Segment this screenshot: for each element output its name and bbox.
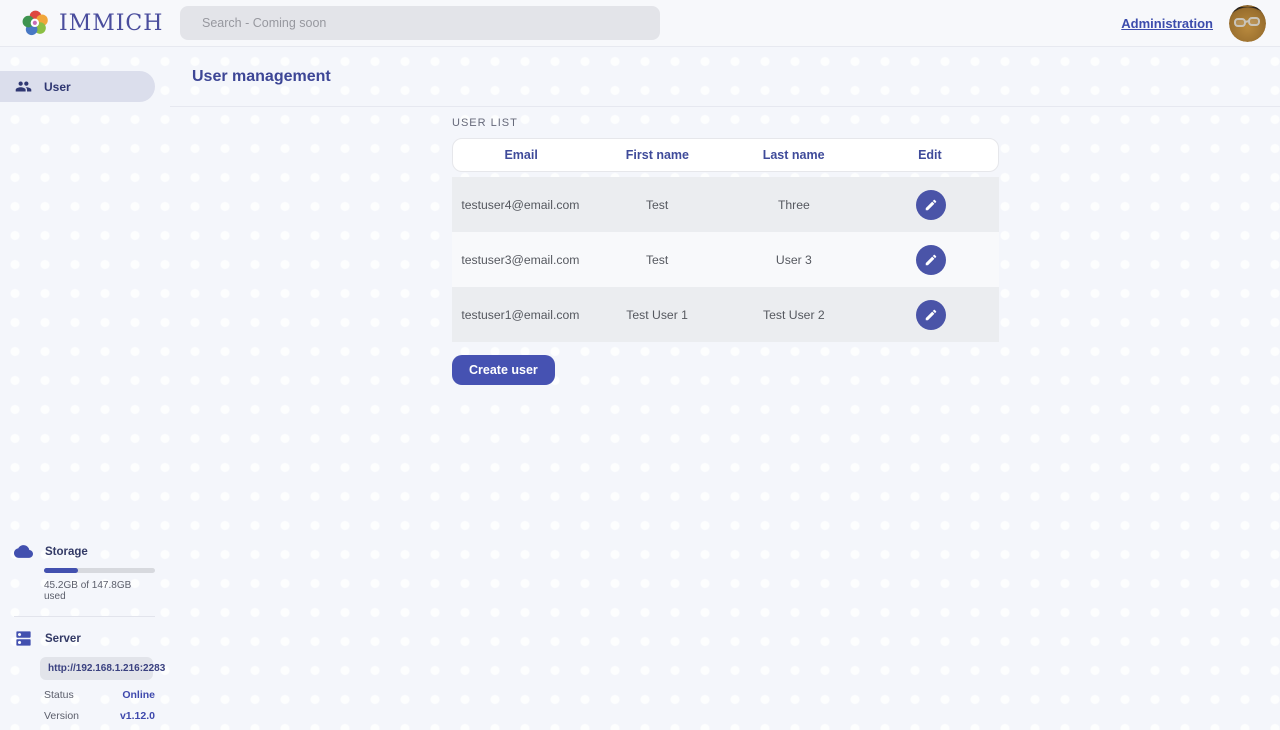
cell-first-name: Test User 1 xyxy=(589,308,726,322)
storage-usage-text: 45.2GB of 147.8GB used xyxy=(44,580,155,602)
dns-icon xyxy=(14,629,33,648)
storage-progress-fill xyxy=(44,568,78,573)
server-url: http://192.168.1.216:2283 xyxy=(40,657,153,680)
col-header-email: Email xyxy=(453,148,589,162)
content: USER LIST Email First name Last name Edi… xyxy=(170,107,1280,385)
edit-user-button[interactable] xyxy=(916,300,946,330)
pencil-icon xyxy=(924,253,938,267)
cell-last-name: User 3 xyxy=(726,253,863,267)
server-version-row: Version v1.12.0 xyxy=(44,710,155,722)
cell-email: testuser4@email.com xyxy=(452,198,589,212)
server-status-row: Status Online xyxy=(44,689,155,701)
edit-user-button[interactable] xyxy=(916,245,946,275)
cell-last-name: Test User 2 xyxy=(726,308,863,322)
page-title: User management xyxy=(192,68,331,86)
sidebar: User Storage 45.2GB of 147.8GB used xyxy=(0,47,170,730)
version-label: Version xyxy=(44,710,79,722)
storage-progress-track xyxy=(44,568,155,573)
administration-link[interactable]: Administration xyxy=(1121,16,1213,31)
search-input[interactable] xyxy=(180,6,660,40)
sidebar-item-user[interactable]: User xyxy=(0,71,155,102)
user-list-label: USER LIST xyxy=(452,117,1280,129)
cell-email: testuser1@email.com xyxy=(452,308,589,322)
table-row: testuser4@email.com Test Three xyxy=(452,177,999,232)
col-header-edit: Edit xyxy=(862,148,998,162)
app-body: User Storage 45.2GB of 147.8GB used xyxy=(0,47,1280,730)
cell-first-name: Test xyxy=(589,253,726,267)
top-bar: IMMICH Administration xyxy=(0,0,1280,47)
version-value: v1.12.0 xyxy=(120,710,155,722)
status-label: Status xyxy=(44,689,74,701)
group-icon xyxy=(15,78,32,95)
cell-first-name: Test xyxy=(589,198,726,212)
immich-logo[interactable]: IMMICH xyxy=(0,8,160,39)
table-row: testuser3@email.com Test User 3 xyxy=(452,232,999,287)
cell-email: testuser3@email.com xyxy=(452,253,589,267)
storage-header: Storage xyxy=(0,542,170,561)
user-avatar[interactable] xyxy=(1229,5,1266,42)
status-value: Online xyxy=(122,689,155,701)
storage-title: Storage xyxy=(45,546,88,558)
table-header-row: Email First name Last name Edit xyxy=(452,138,999,172)
edit-user-button[interactable] xyxy=(916,190,946,220)
user-table: Email First name Last name Edit testuser… xyxy=(452,138,999,342)
sidebar-divider xyxy=(14,616,155,617)
main-area: User management USER LIST Email First na… xyxy=(170,47,1280,730)
page-header: User management xyxy=(170,47,1280,107)
table-row: testuser1@email.com Test User 1 Test Use… xyxy=(452,287,999,342)
col-header-last-name: Last name xyxy=(726,148,862,162)
pencil-icon xyxy=(924,198,938,212)
sidebar-item-user-label: User xyxy=(44,80,71,94)
server-title: Server xyxy=(45,633,81,645)
cell-last-name: Three xyxy=(726,198,863,212)
server-header: Server xyxy=(0,629,170,648)
cloud-icon xyxy=(14,542,33,561)
table-rows: testuser4@email.com Test Three t xyxy=(452,177,999,342)
create-user-button[interactable]: Create user xyxy=(452,355,555,385)
pencil-icon xyxy=(924,308,938,322)
brand-name: IMMICH xyxy=(59,11,163,36)
col-header-first-name: First name xyxy=(589,148,725,162)
sidebar-bottom: Storage 45.2GB of 147.8GB used Server ht… xyxy=(0,542,170,722)
immich-flower-icon xyxy=(20,8,51,39)
